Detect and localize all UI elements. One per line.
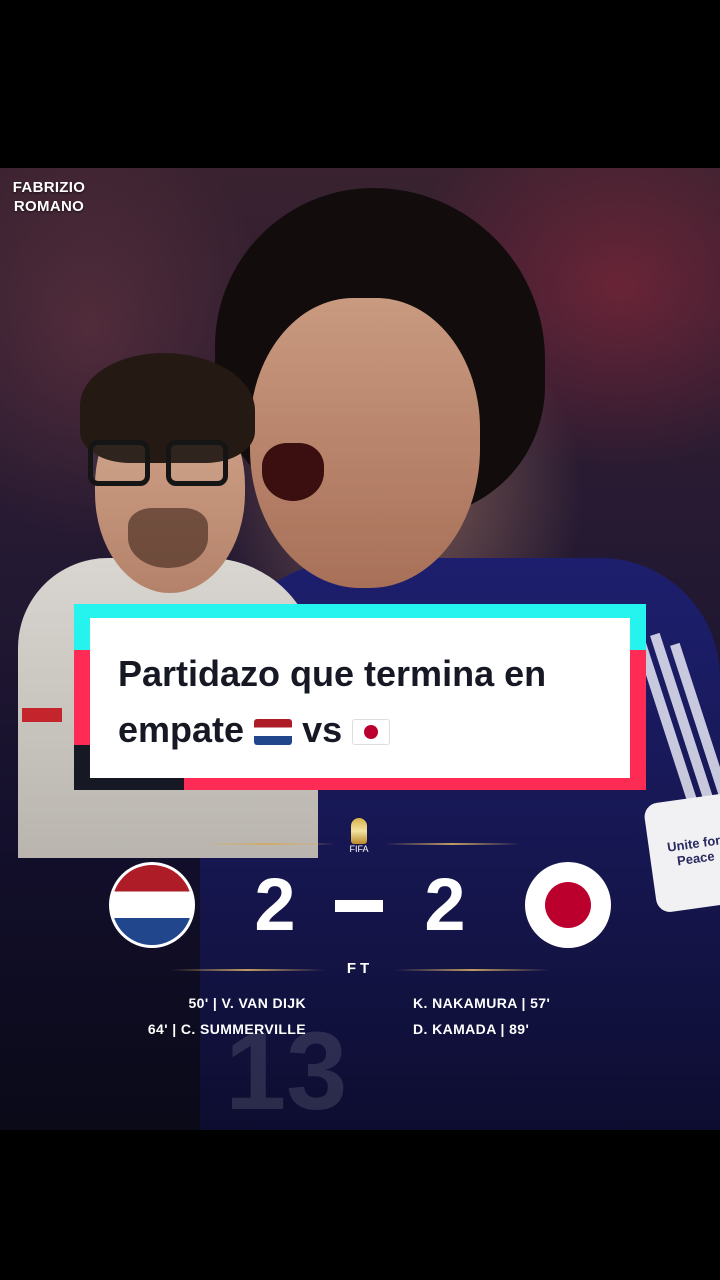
divider-bottom-left bbox=[170, 969, 325, 971]
away-scorer-1: K. NAKAMURA | 57' bbox=[413, 995, 551, 1011]
japan-flag-icon bbox=[352, 719, 391, 745]
score-separator bbox=[335, 900, 383, 912]
caption-word-vs: vs bbox=[302, 709, 343, 750]
away-scorer-2: D. KAMADA | 89' bbox=[413, 1021, 530, 1037]
home-scorer-1: 50' | V. VAN DIJK bbox=[188, 995, 306, 1011]
shirt-sleeve-stripe bbox=[22, 708, 62, 722]
japan-badge-icon bbox=[525, 862, 611, 948]
brand-watermark: FABRIZIO ROMANO bbox=[12, 178, 86, 216]
divider-top-right bbox=[385, 843, 520, 845]
brand-line-1: FABRIZIO bbox=[12, 179, 86, 196]
fifa-label: FIFA bbox=[349, 844, 369, 854]
away-score: 2 bbox=[424, 863, 466, 946]
brand-line-2: ROMANO bbox=[13, 198, 85, 215]
home-scorer-2: 64' | C. SUMMERVILLE bbox=[147, 1021, 306, 1037]
trophy-icon bbox=[351, 818, 367, 844]
player-mouth bbox=[262, 443, 324, 501]
divider-bottom-right bbox=[395, 969, 550, 971]
world-cup-logo-icon: FIFA bbox=[344, 818, 374, 864]
home-score: 2 bbox=[254, 863, 296, 946]
netherlands-badge-icon bbox=[109, 862, 195, 948]
divider-top-left bbox=[200, 843, 335, 845]
caption-card: Partidazo que termina en empate vs bbox=[90, 618, 630, 778]
glasses-icon bbox=[88, 440, 238, 490]
caption-line-1: Partidazo que termina en bbox=[118, 653, 547, 694]
caption-word-empate: empate bbox=[118, 709, 245, 750]
commentator-beard bbox=[128, 508, 208, 568]
match-status: FT bbox=[346, 960, 374, 977]
netherlands-flag-icon bbox=[254, 719, 293, 745]
caption-line-2: empate vs bbox=[118, 702, 604, 758]
